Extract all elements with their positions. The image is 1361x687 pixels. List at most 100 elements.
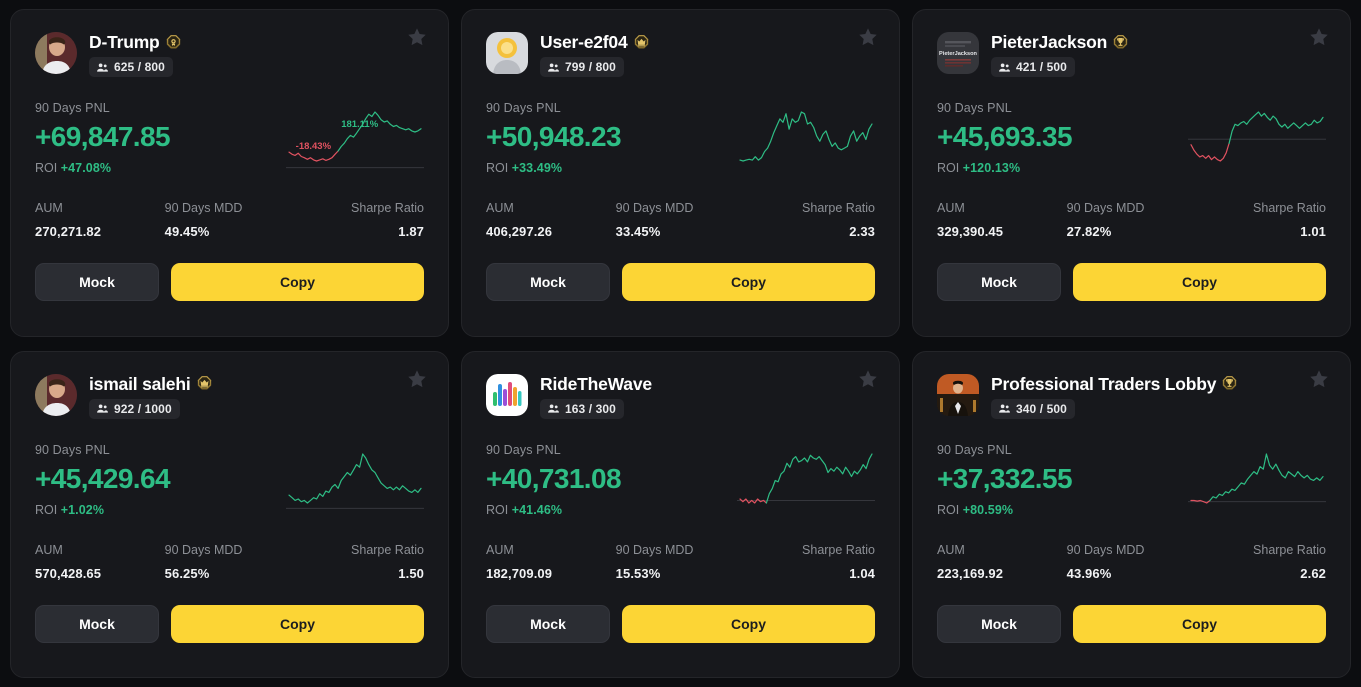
pnl-area: 90 Days PNL +45,429.64 ROI +1.02% — [35, 443, 424, 517]
mock-button[interactable]: Mock — [486, 263, 610, 302]
aum-value: 270,271.82 — [35, 224, 102, 240]
trader-card[interactable]: User-e2f04 799 / 800 90 Days PNL +50,948.23… — [461, 9, 900, 337]
name-row: RideTheWave — [540, 374, 652, 393]
pnl-value: +45,693.35 — [937, 121, 1073, 153]
pnl-sparkline-chart — [286, 451, 424, 509]
roi-label: ROI — [35, 161, 58, 176]
trader-name[interactable]: RideTheWave — [540, 374, 652, 393]
roi-row: ROI +1.02% — [35, 503, 170, 517]
avatar — [486, 32, 528, 74]
mock-button[interactable]: Mock — [35, 604, 159, 643]
members-badge: 922 / 1000 — [89, 398, 180, 419]
stats-row: AUM 406,297.26 90 Days MDD 33.45% Sharpe Rat… — [486, 201, 875, 239]
copy-button[interactable]: Copy — [171, 604, 424, 643]
pnl-area: 90 Days PNL +40,731.08 ROI +41.46% — [486, 443, 875, 517]
copy-button[interactable]: Copy — [622, 263, 875, 302]
roi-label: ROI — [937, 502, 960, 517]
trophy-badge-icon — [1221, 375, 1238, 392]
aum-label: AUM — [35, 542, 63, 557]
mdd-value: 27.82% — [1066, 224, 1112, 240]
roi-value: +1.02% — [60, 502, 105, 517]
favorite-star-icon[interactable] — [406, 26, 428, 48]
header-text: Professional Traders Lobby 340 / 500 — [991, 374, 1238, 419]
trader-card[interactable]: ismail salehi 922 / 1000 90 Days PNL +45,42… — [10, 350, 449, 678]
trader-name[interactable]: PieterJackson — [991, 33, 1107, 52]
trader-name[interactable]: User-e2f04 — [540, 33, 628, 52]
roi-row: ROI +80.59% — [937, 503, 1072, 517]
trader-name[interactable]: Professional Traders Lobby — [991, 374, 1216, 393]
trader-card[interactable]: PieterJackson PieterJackson 421 / 500 90 Da… — [912, 9, 1351, 337]
pnl-sparkline-chart: -18.43% 181.11% — [286, 109, 424, 169]
stat-aum: AUM 223,169.92 — [937, 543, 1067, 581]
mock-button[interactable]: Mock — [486, 604, 610, 643]
trader-name[interactable]: ismail salehi — [89, 374, 191, 393]
mdd-label: 90 Days MDD — [1066, 542, 1145, 557]
stat-mdd: 90 Days MDD 49.45% — [165, 201, 295, 239]
mdd-label: 90 Days MDD — [1066, 201, 1145, 216]
trader-name[interactable]: D-Trump — [89, 33, 160, 52]
mock-button[interactable]: Mock — [937, 604, 1061, 643]
favorite-star-icon[interactable] — [1308, 368, 1330, 390]
pnl-block: 90 Days PNL +40,731.08 ROI +41.46% — [486, 443, 622, 517]
card-actions: Mock Copy — [937, 604, 1326, 643]
mock-button[interactable]: Mock — [937, 263, 1061, 302]
trader-card[interactable]: D-Trump 625 / 800 90 Days PNL +69,847.85 ROI… — [10, 9, 449, 337]
trophy-badge-icon — [1112, 34, 1129, 51]
copy-button[interactable]: Copy — [622, 604, 875, 643]
mock-button[interactable]: Mock — [35, 263, 159, 302]
card-actions: Mock Copy — [486, 263, 875, 302]
card-header: ismail salehi 922 / 1000 — [35, 369, 426, 419]
copy-button[interactable]: Copy — [1073, 604, 1326, 643]
aum-value: 406,297.26 — [486, 224, 553, 240]
stat-sharpe: Sharpe Ratio 1.50 — [294, 543, 424, 581]
favorite-star-icon[interactable] — [857, 368, 879, 390]
card-header: RideTheWave 163 / 300 — [486, 369, 877, 419]
people-icon — [96, 402, 109, 415]
pnl-area: 90 Days PNL +45,693.35 ROI +120.13% — [937, 101, 1326, 175]
roi-value: +120.13% — [962, 161, 1021, 176]
stats-row: AUM 270,271.82 90 Days MDD 49.45% Sharpe Rat… — [35, 201, 424, 239]
mdd-value: 33.45% — [615, 224, 661, 240]
roi-value: +41.46% — [511, 502, 563, 517]
copy-button[interactable]: Copy — [171, 263, 424, 302]
card-actions: Mock Copy — [35, 263, 424, 302]
stat-aum: AUM 406,297.26 — [486, 201, 616, 239]
sharpe-value: 1.87 — [398, 224, 424, 240]
pnl-block: 90 Days PNL +45,429.64 ROI +1.02% — [35, 443, 171, 517]
stat-mdd: 90 Days MDD 33.45% — [616, 201, 746, 239]
avatar — [937, 373, 979, 416]
mdd-value: 15.53% — [615, 565, 661, 581]
sharpe-label: Sharpe Ratio — [351, 542, 424, 557]
card-header: User-e2f04 799 / 800 — [486, 28, 877, 78]
avatar: PieterJackson — [937, 32, 979, 74]
stats-row: AUM 570,428.65 90 Days MDD 56.25% Sharpe Rat… — [35, 543, 424, 581]
avatar — [35, 32, 77, 74]
trader-card[interactable]: Professional Traders Lobby 340 / 500 90 Da… — [912, 350, 1351, 678]
favorite-star-icon[interactable] — [406, 368, 428, 390]
sharpe-label: Sharpe Ratio — [1253, 542, 1326, 557]
members-badge: 799 / 800 — [540, 57, 624, 78]
avatar — [35, 373, 77, 416]
roi-label: ROI — [486, 161, 509, 176]
crown-badge-icon — [196, 375, 213, 392]
favorite-star-icon[interactable] — [857, 26, 879, 48]
copy-button[interactable]: Copy — [1073, 263, 1326, 302]
mdd-value: 49.45% — [164, 224, 210, 240]
roi-label: ROI — [486, 502, 509, 517]
stat-sharpe: Sharpe Ratio 1.01 — [1196, 201, 1326, 239]
people-icon — [998, 402, 1011, 415]
pnl-value: +69,847.85 — [35, 121, 171, 153]
roi-row: ROI +33.49% — [486, 161, 621, 175]
crown-badge-icon — [633, 34, 650, 51]
roi-row: ROI +120.13% — [937, 161, 1072, 175]
mdd-label: 90 Days MDD — [615, 542, 694, 557]
members-badge: 625 / 800 — [89, 57, 173, 78]
trader-card[interactable]: RideTheWave 163 / 300 90 Days PNL +40,731.0… — [461, 350, 900, 678]
sharpe-value: 2.33 — [849, 224, 875, 240]
people-icon — [547, 402, 560, 415]
aum-value: 223,169.92 — [937, 565, 1004, 581]
stat-sharpe: Sharpe Ratio 2.33 — [745, 201, 875, 239]
header-text: PieterJackson 421 / 500 — [991, 32, 1129, 78]
pnl-value: +40,731.08 — [486, 462, 622, 494]
favorite-star-icon[interactable] — [1308, 26, 1330, 48]
